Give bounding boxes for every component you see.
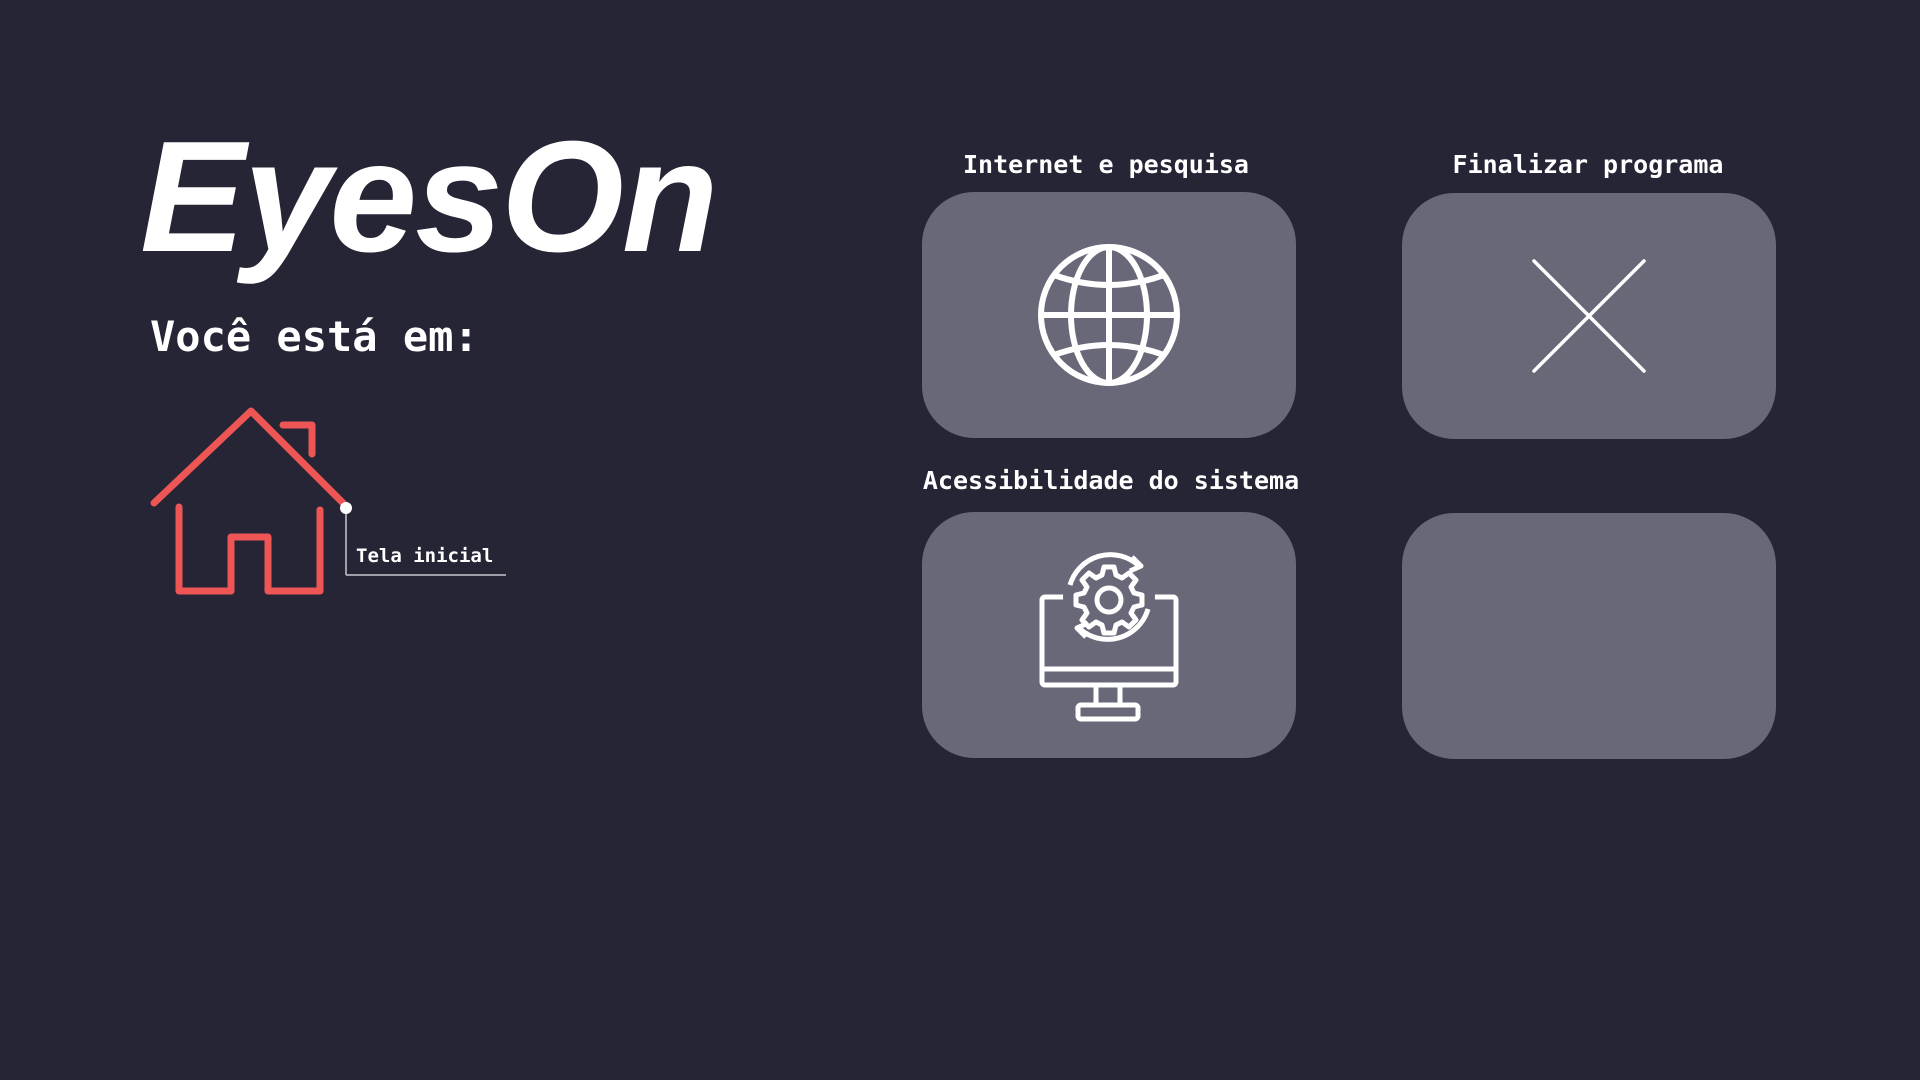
tile-label-internet: Internet e pesquisa [963, 150, 1249, 179]
system-settings-icon [1039, 551, 1179, 722]
internet-search-button[interactable] [922, 192, 1296, 438]
pointer-dot [340, 502, 352, 514]
tile-label-quit: Finalizar programa [1452, 150, 1724, 179]
app-title: EyesOn [140, 109, 718, 285]
location-label: Você está em: [150, 312, 479, 361]
tile-label-accessibility: Acessibilidade do sistema [922, 466, 1300, 495]
quit-program-button[interactable] [1402, 193, 1776, 439]
empty-slot-button[interactable] [1402, 513, 1776, 759]
globe-icon [1038, 244, 1180, 386]
current-location-name: Tela inicial [356, 545, 494, 567]
close-icon [1532, 259, 1646, 373]
system-accessibility-button[interactable] [922, 512, 1296, 758]
house-icon [150, 407, 506, 595]
current-location-indicator: Tela inicial [148, 405, 518, 605]
home-screen: EyesOn Você está em: Tela inicial Intern… [0, 0, 1920, 1080]
